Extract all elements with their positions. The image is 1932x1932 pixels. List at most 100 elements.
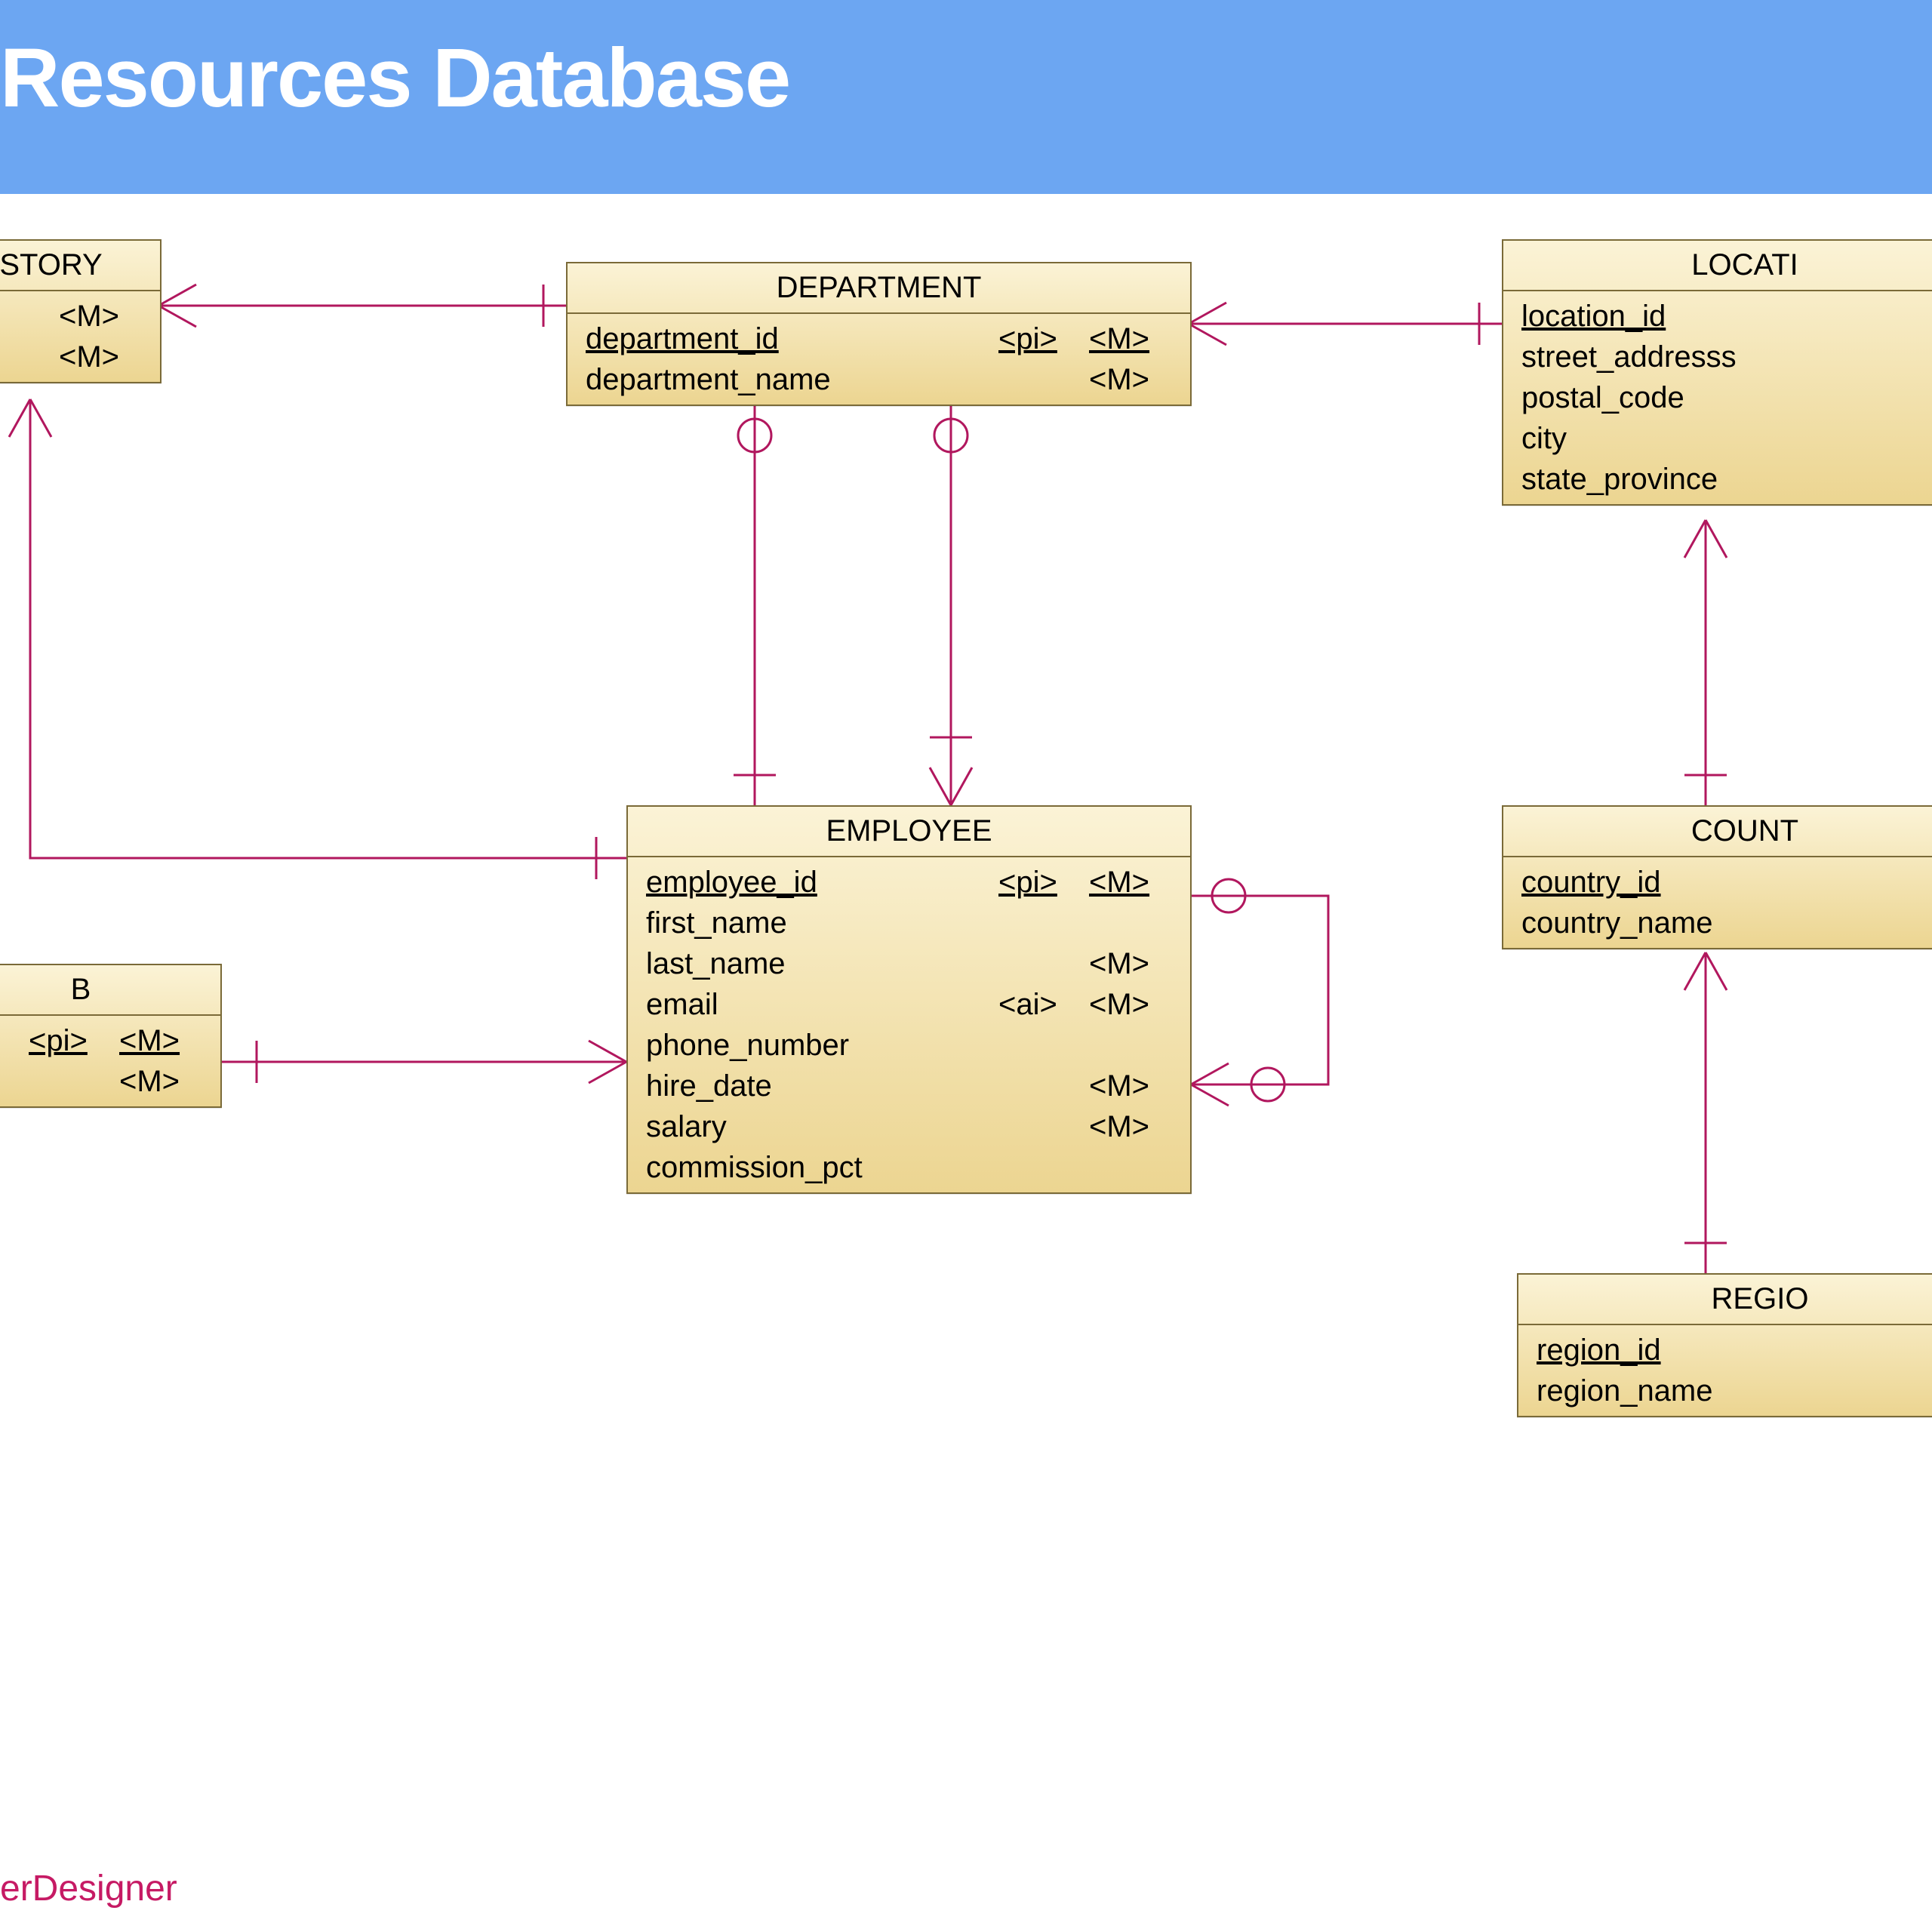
page-header: Resources Database [0,0,1932,194]
rel-location-country [1684,520,1727,805]
attr-row: postal_code [1503,377,1932,418]
attr-name: state_province [1521,460,1932,498]
attr-pi [998,1067,1089,1105]
attr-name: employee_id [646,863,998,901]
entity-title: EMPLOYEE [628,807,1190,857]
attr-row: first_name [628,903,1190,943]
attr-pi: <pi> [998,320,1089,358]
rel-country-region [1684,952,1727,1273]
attr-name: region_name [1537,1372,1932,1410]
rel-jobhistory-department [158,285,566,327]
entity-attributes: department_id <pi> <M> department_name <… [568,314,1190,405]
attr-mandatory: <M> [1089,1108,1172,1146]
entity-region[interactable]: REGIO region_id region_name [1517,1273,1932,1417]
attr-name: te [0,297,59,335]
entity-attributes: country_id country_name [1503,857,1932,948]
entity-department[interactable]: DEPARTMENT department_id <pi> <M> depart… [566,262,1192,406]
entity-title: B [0,965,220,1016]
attr-row: salary <M> [628,1106,1190,1147]
attr-mandatory: <M> [119,1022,202,1060]
attr-pi [998,1026,1089,1064]
entity-job-history[interactable]: ISTORY te <M> te <M> [0,239,162,383]
attr-row: department_name <M> [568,359,1190,400]
attr-row: state_province [1503,459,1932,500]
attr-name: postal_code [1521,379,1932,417]
attr-mandatory [1089,1149,1172,1186]
attr-name: hire_date [646,1067,998,1105]
attr-pi: <ai> [998,986,1089,1023]
attr-name: first_name [646,904,998,942]
attr-name [0,1022,29,1060]
attr-name: te [0,338,59,376]
entity-title: REGIO [1518,1275,1932,1325]
attr-mandatory: <M> [1089,863,1172,901]
attr-row: location_id [1503,296,1932,337]
attr-mandatory: <M> [1089,1067,1172,1105]
attr-row: commission_pct [628,1147,1190,1188]
attr-row: country_id [1503,862,1932,903]
attr-mandatory: <M> [1089,361,1172,398]
entity-employee[interactable]: EMPLOYEE employee_id <pi> <M> first_name… [626,805,1192,1194]
attr-mandatory: <M> [59,338,142,376]
attr-mandatory: <M> [59,297,142,335]
attr-name: region_id [1537,1331,1932,1369]
attr-name: commission_pct [646,1149,998,1186]
attr-row: te <M> [0,337,160,377]
entity-title: COUNT [1503,807,1932,857]
page-title: Resources Database [0,30,1932,126]
er-diagram-canvas: ISTORY te <M> te <M> DEPARTMENT departme… [0,194,1932,1628]
entity-attributes: <pi> <M> <M> [0,1016,220,1106]
attr-mandatory [1089,904,1172,942]
attr-row: hire_date <M> [628,1066,1190,1106]
attr-row: last_name <M> [628,943,1190,984]
attr-row: country_name [1503,903,1932,943]
attr-row: employee_id <pi> <M> [628,862,1190,903]
rel-department-employee-manager [734,399,776,805]
attr-mandatory: <M> [119,1063,202,1100]
attr-row: region_id [1518,1330,1932,1371]
attr-pi [998,945,1089,983]
attr-name: department_id [586,320,998,358]
entity-attributes: te <M> te <M> [0,291,160,382]
attr-row: region_name [1518,1371,1932,1411]
attr-pi [998,904,1089,942]
entity-attributes: location_id street_addresss postal_code … [1503,291,1932,504]
attr-row: department_id <pi> <M> [568,318,1190,359]
attr-mandatory [1089,1026,1172,1064]
entity-job[interactable]: B <pi> <M> <M> [0,964,222,1108]
attr-row: city [1503,418,1932,459]
rel-employee-self [1191,879,1328,1106]
footer-credit: erDesigner [0,1868,177,1909]
attr-name: salary [646,1108,998,1146]
attr-pi: <pi> [998,863,1089,901]
attr-row: te <M> [0,296,160,337]
rel-jobhistory-employee [9,399,626,879]
entity-title: LOCATI [1503,241,1932,291]
attr-name: department_name [586,361,998,398]
attr-name: country_id [1521,863,1932,901]
attr-pi [998,1108,1089,1146]
attr-row: street_addresss [1503,337,1932,377]
attr-name: country_name [1521,904,1932,942]
entity-title: DEPARTMENT [568,263,1190,314]
attr-name: city [1521,420,1932,457]
attr-pi [998,361,1089,398]
attr-pi [29,1063,119,1100]
attr-name: email [646,986,998,1023]
attr-name: phone_number [646,1026,998,1064]
attr-name: last_name [646,945,998,983]
entity-location[interactable]: LOCATI location_id street_addresss posta… [1502,239,1932,506]
attr-mandatory: <M> [1089,986,1172,1023]
attr-row: phone_number [628,1025,1190,1066]
attr-name: location_id [1521,297,1932,335]
attr-mandatory: <M> [1089,945,1172,983]
rel-job-employee [219,1041,626,1083]
attr-name: street_addresss [1521,338,1932,376]
entity-country[interactable]: COUNT country_id country_name [1502,805,1932,949]
attr-row: email <ai> <M> [628,984,1190,1025]
rel-department-location [1189,303,1502,345]
attr-row: <pi> <M> [0,1020,220,1061]
attr-pi [998,1149,1089,1186]
attr-row: <M> [0,1061,220,1102]
attr-pi: <pi> [29,1022,119,1060]
